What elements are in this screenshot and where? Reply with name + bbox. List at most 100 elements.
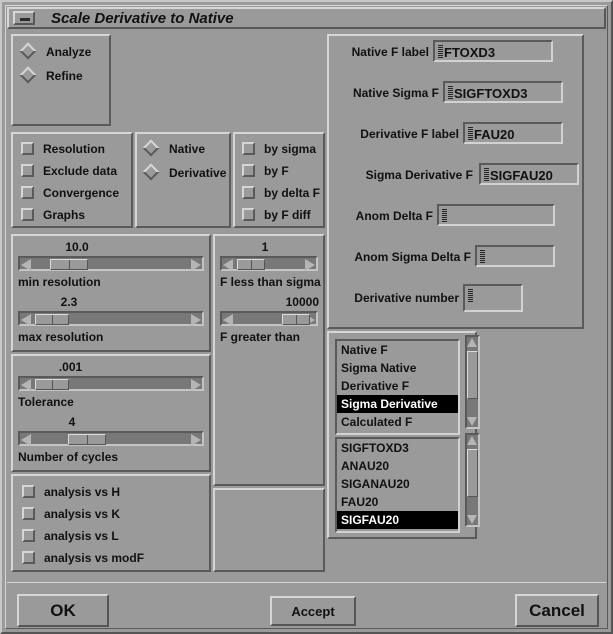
- toggle-label: Exclude data: [43, 164, 118, 178]
- text-caret: [468, 289, 473, 303]
- toggle-label: analysis vs K: [44, 507, 121, 521]
- slider-right-arrow-icon[interactable]: [191, 379, 201, 391]
- slider-left-arrow-icon[interactable]: [223, 259, 233, 271]
- list-item[interactable]: Sigma Native: [337, 359, 458, 377]
- radio-diamond-icon: [19, 42, 37, 60]
- slider-value: 10.0: [65, 240, 89, 254]
- list-item[interactable]: Derivative F: [337, 377, 458, 395]
- slider-thumb[interactable]: [50, 259, 88, 270]
- text-caret: [468, 127, 473, 141]
- minimize-icon: [20, 18, 30, 21]
- list-item[interactable]: Calculated F: [337, 413, 458, 431]
- dialog-window: Scale Derivative to Native Analyze Refin…: [0, 0, 613, 634]
- anom-delta-f-input[interactable]: [437, 204, 555, 226]
- slider-thumb[interactable]: [35, 379, 69, 390]
- slider-label: F less than sigma: [220, 275, 321, 289]
- slider-left-arrow-icon[interactable]: [21, 379, 31, 391]
- toggle-label: by delta F: [264, 186, 321, 200]
- slider-label: Number of cycles: [18, 450, 119, 464]
- field-label-native-sigma-f: Native Sigma F: [352, 86, 439, 100]
- list-item[interactable]: Native F: [337, 341, 458, 359]
- scrollbar-thumb[interactable]: [467, 449, 478, 497]
- slider-trough[interactable]: [18, 311, 204, 326]
- toggle-label: Convergence: [43, 186, 120, 200]
- slider-right-arrow-icon[interactable]: [191, 259, 201, 271]
- scrollbar-thumb[interactable]: [467, 351, 478, 399]
- radio-label: Refine: [46, 69, 83, 83]
- ok-button[interactable]: OK: [17, 594, 109, 627]
- checkbox-icon: [21, 208, 34, 221]
- field-label-derivative-number: Derivative number: [354, 291, 459, 305]
- list-item[interactable]: FAU20: [337, 493, 458, 511]
- accept-button[interactable]: Accept: [270, 596, 356, 626]
- list-item-selected[interactable]: SIGFAU20: [337, 511, 458, 529]
- checkbox-icon: [22, 529, 35, 542]
- sigma-derivative-f-input[interactable]: SIGFAU20: [479, 163, 579, 185]
- field-label-sigma-derivative-f: Sigma Derivative F: [365, 168, 473, 182]
- slider-thumb[interactable]: [282, 314, 310, 325]
- scroll-up-arrow-icon[interactable]: [467, 436, 477, 445]
- field-value: SIGFAU20: [490, 168, 553, 183]
- list-item[interactable]: ANAU20: [337, 457, 458, 475]
- slider-label: Tolerance: [18, 395, 74, 409]
- f-cutoff-filler-panel: [213, 488, 325, 572]
- toggle-label: by sigma: [264, 142, 317, 156]
- f-cutoff-panel: 1 F less than sigma 10000 F greater than: [213, 234, 325, 486]
- field-label-native-f: Native F label: [351, 45, 429, 59]
- toggle-label: by F diff: [264, 208, 311, 222]
- slider-value: 4: [68, 415, 76, 429]
- anom-sigma-delta-f-input[interactable]: [475, 245, 555, 267]
- slider-trough[interactable]: [220, 311, 318, 326]
- field-label-anom-delta-f: Anom Delta F: [355, 209, 433, 223]
- slider-trough[interactable]: [18, 431, 204, 446]
- checkbox-icon: [22, 485, 35, 498]
- slider-right-arrow-icon[interactable]: [305, 259, 315, 271]
- mode-panel: Analyze Refine: [11, 34, 111, 126]
- checkbox-icon: [22, 551, 35, 564]
- list-item[interactable]: SIGFTOXD3: [337, 439, 458, 457]
- slider-left-arrow-icon[interactable]: [21, 259, 31, 271]
- slider-trough[interactable]: [220, 256, 318, 271]
- checkbox-icon: [21, 186, 34, 199]
- native-f-label-input[interactable]: FTOXD3: [433, 40, 553, 62]
- derivative-f-label-input[interactable]: FAU20: [463, 122, 563, 144]
- checkbox-icon: [21, 164, 34, 177]
- toggle-label: by F: [264, 164, 289, 178]
- slider-right-arrow-icon[interactable]: [191, 434, 201, 446]
- slider-left-arrow-icon[interactable]: [21, 314, 31, 326]
- slider-thumb[interactable]: [237, 259, 265, 270]
- output-options-panel: Resolution Exclude data Convergence Grap…: [11, 132, 133, 228]
- radio-label: Native: [169, 142, 206, 156]
- slider-right-arrow-icon[interactable]: [191, 314, 201, 326]
- list-item[interactable]: SIGANAU20: [337, 475, 458, 493]
- column-type-list-scrollbar[interactable]: [465, 335, 480, 429]
- slider-left-arrow-icon[interactable]: [21, 434, 31, 446]
- column-type-list[interactable]: Native F Sigma Native Derivative F Sigma…: [335, 339, 460, 435]
- slider-value: 2.3: [60, 295, 78, 309]
- scroll-up-arrow-icon[interactable]: [467, 338, 477, 347]
- radio-diamond-icon: [142, 139, 160, 157]
- slider-value: 1: [261, 240, 269, 254]
- slider-thumb[interactable]: [68, 434, 106, 445]
- reference-panel: Native Derivative: [135, 132, 231, 228]
- cancel-button[interactable]: Cancel: [515, 594, 599, 627]
- checkbox-icon: [21, 142, 34, 155]
- minimize-button[interactable]: [13, 11, 35, 25]
- slider-trough[interactable]: [18, 376, 204, 391]
- derivative-number-input[interactable]: [463, 284, 523, 312]
- text-caret: [448, 86, 453, 100]
- column-name-list[interactable]: SIGFTOXD3 ANAU20 SIGANAU20 FAU20 SIGFAU2…: [335, 437, 460, 533]
- radio-label: Analyze: [46, 45, 92, 59]
- slider-left-arrow-icon[interactable]: [223, 314, 233, 326]
- toggle-label: Graphs: [43, 208, 86, 222]
- scroll-down-arrow-icon[interactable]: [467, 417, 477, 426]
- slider-thumb[interactable]: [35, 314, 69, 325]
- native-sigma-f-input[interactable]: SIGFTOXD3: [443, 81, 563, 103]
- list-item-selected[interactable]: Sigma Derivative: [337, 395, 458, 413]
- column-name-list-scrollbar[interactable]: [465, 433, 480, 527]
- checkbox-icon: [242, 142, 255, 155]
- scroll-down-arrow-icon[interactable]: [467, 515, 477, 524]
- text-caret: [438, 45, 443, 59]
- slider-trough[interactable]: [18, 256, 204, 271]
- button-bar: OK Accept Cancel: [7, 582, 606, 631]
